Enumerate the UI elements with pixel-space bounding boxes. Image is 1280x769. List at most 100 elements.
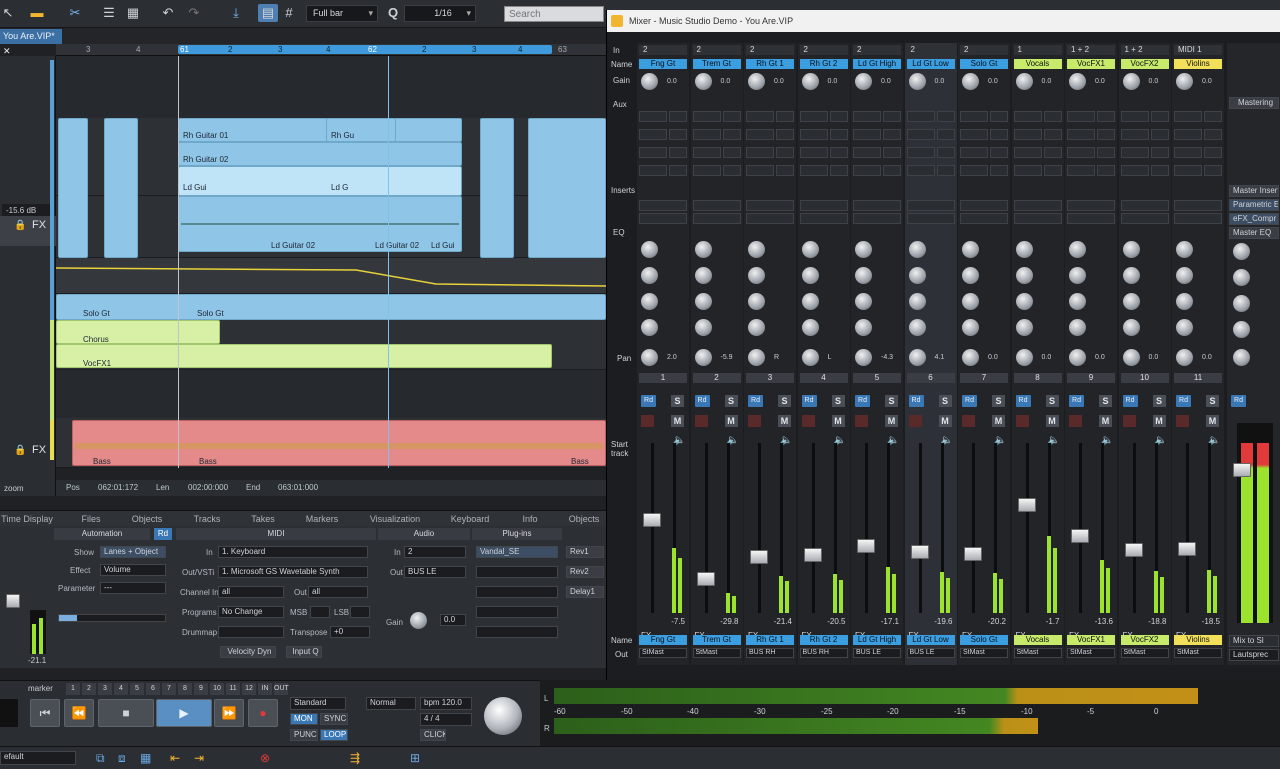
eq-knob[interactable] (855, 267, 872, 284)
input-select[interactable]: 2 (639, 45, 687, 55)
lsb-field[interactable] (350, 606, 370, 618)
marker-button[interactable]: 3 (98, 683, 112, 695)
aux-send-value[interactable] (1204, 165, 1222, 176)
edit-mode-icon[interactable]: ▤ (258, 4, 278, 22)
gain-knob[interactable] (410, 612, 427, 629)
tab-objects-2[interactable]: Objects (562, 511, 606, 527)
eq-knob[interactable] (1122, 319, 1140, 336)
aux-send-value[interactable] (936, 147, 955, 158)
record-arm-button[interactable] (641, 415, 654, 427)
marker-button[interactable]: 1 (66, 683, 80, 695)
tab-info[interactable]: Info (510, 511, 550, 527)
output-select[interactable]: BUS RH (799, 648, 848, 658)
aux-rev1[interactable]: Rev1 (566, 546, 604, 558)
tab-takes[interactable]: Takes (236, 511, 290, 527)
eq-knob[interactable] (855, 319, 872, 336)
channel-name[interactable]: Violins (1174, 59, 1222, 69)
input-select[interactable]: 2 (853, 45, 901, 55)
eq-knob[interactable] (962, 267, 979, 284)
gain-knob[interactable] (1176, 73, 1193, 90)
punch-button[interactable]: PUNCH (290, 729, 318, 741)
volume-fader[interactable] (803, 547, 822, 562)
eq-knob[interactable] (908, 293, 926, 310)
aux-send-value[interactable] (722, 147, 741, 158)
tab-keyboard[interactable]: Keyboard (440, 511, 500, 527)
aux-send-value[interactable] (1043, 165, 1062, 176)
record-button[interactable]: ● (248, 699, 278, 727)
eq-knob[interactable] (908, 319, 926, 336)
aux-send-value[interactable] (1043, 111, 1062, 122)
input-select[interactable]: 1 + 2 (1120, 45, 1169, 55)
aux-send-value[interactable] (1204, 147, 1222, 158)
go-to-start-button[interactable]: ⏮ (30, 699, 60, 727)
eq-knob[interactable] (694, 241, 712, 258)
read-button[interactable]: Rd (908, 395, 924, 407)
arranger[interactable]: Rh Guitar 01 Rh Guitar 02 Rh Gu Ld Gui Ld… (56, 56, 606, 468)
aux-send-slot[interactable] (1067, 147, 1095, 158)
zoom-to-fit-icon[interactable]: ⊞ (410, 751, 420, 765)
pan-knob[interactable] (1069, 349, 1086, 366)
len-value[interactable]: 002:00:000 (188, 480, 228, 496)
pan-knob[interactable] (908, 349, 926, 366)
master-eq-knob[interactable] (1233, 321, 1250, 338)
eq-knob[interactable] (1176, 241, 1193, 258)
audio-clip[interactable]: Chorus (56, 320, 220, 344)
aux-send-slot[interactable] (960, 165, 988, 176)
loop-mode-icon[interactable]: ⊗ (260, 751, 270, 765)
audio-clip[interactable]: Rh Guitar 02 (178, 142, 462, 166)
gain-knob[interactable] (641, 73, 658, 90)
fade-in-icon[interactable]: ⇶ (350, 751, 360, 765)
aux-send-value[interactable] (1097, 111, 1115, 122)
drummap-select[interactable] (218, 626, 284, 638)
input-select[interactable]: 2 (906, 45, 955, 55)
solo-button[interactable]: S (831, 395, 845, 407)
search-input[interactable] (504, 6, 604, 22)
master-eq-knob[interactable] (1233, 269, 1250, 286)
insert-slot[interactable] (853, 213, 901, 224)
time-signature-field[interactable]: 4 / 4 (420, 713, 472, 726)
eq-knob[interactable] (748, 293, 765, 310)
record-mode-select[interactable]: Standard (290, 697, 346, 710)
channel-name-bottom[interactable]: Ld Gt Low (906, 635, 955, 645)
volume-fader[interactable] (1017, 497, 1036, 512)
effect-select[interactable]: Volume (100, 564, 166, 576)
pointer-tool-icon[interactable]: ↖ (0, 4, 16, 22)
aux-send-slot[interactable] (746, 165, 774, 176)
lock-icon[interactable]: 🔒 (14, 220, 26, 231)
marker-button[interactable]: 8 (178, 683, 192, 695)
eq-knob[interactable] (641, 267, 658, 284)
channel-name-bottom[interactable]: Vocals (1013, 635, 1062, 645)
insert-slot[interactable] (799, 200, 848, 211)
mastering-button[interactable]: Mastering (1229, 97, 1279, 109)
marker-button[interactable]: IN (258, 683, 272, 695)
aux-send-slot[interactable] (1067, 111, 1095, 122)
read-button[interactable]: Rd (694, 395, 710, 407)
velocity-dyn-button[interactable]: Velocity Dyn (220, 646, 276, 658)
eq-knob[interactable] (855, 241, 872, 258)
aux-send-value[interactable] (829, 165, 848, 176)
marker-button[interactable]: 6 (146, 683, 160, 695)
eq-knob[interactable] (1122, 293, 1140, 310)
solo-button[interactable]: S (778, 395, 791, 407)
audio-clip[interactable] (528, 118, 606, 258)
aux-send-slot[interactable] (692, 129, 721, 140)
eq-knob[interactable] (1176, 267, 1193, 284)
loop-button[interactable]: LOOP (320, 729, 348, 741)
volume-fader[interactable] (1178, 542, 1196, 557)
pan-knob[interactable] (748, 349, 765, 366)
eq-knob[interactable] (748, 267, 765, 284)
master-insert-slot[interactable]: Parametric EQ (1229, 199, 1279, 211)
aux-send-slot[interactable] (1013, 165, 1042, 176)
mute-button[interactable]: M (992, 415, 1005, 427)
aux-send-slot[interactable] (799, 147, 828, 158)
read-button[interactable]: Rd (154, 528, 172, 540)
record-arm-button[interactable] (1122, 415, 1136, 427)
draw-tool-icon[interactable]: ▬ (26, 4, 48, 22)
marker-button[interactable]: OUT (274, 683, 289, 695)
aux-send-value[interactable] (990, 129, 1008, 140)
tab-time-display[interactable]: Time Display (0, 511, 54, 527)
channel-name[interactable]: VocFX1 (1067, 59, 1115, 69)
insert-slot[interactable] (692, 213, 741, 224)
audio-clip[interactable]: Ld Gui Ld G (178, 166, 462, 196)
volume-fader[interactable] (6, 594, 20, 608)
